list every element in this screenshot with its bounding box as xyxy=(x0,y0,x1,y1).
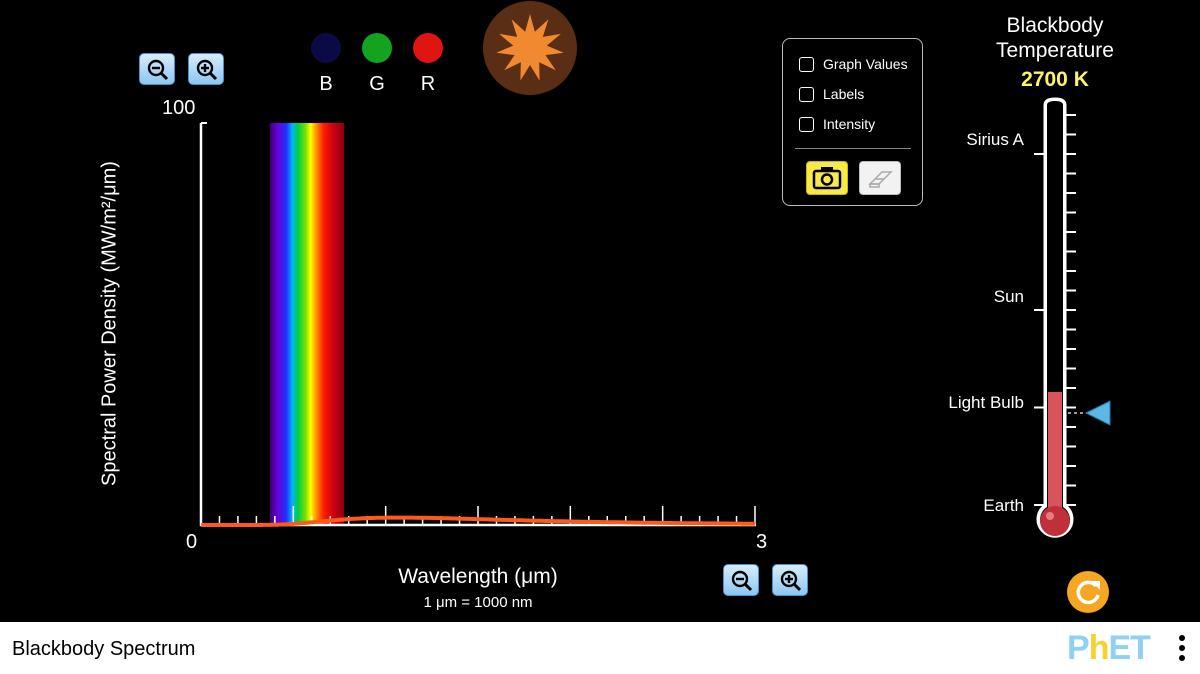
eraser-icon xyxy=(868,171,893,188)
light-bulb-label: Light Bulb xyxy=(948,393,1024,412)
graph-values-label: Graph Values xyxy=(823,56,908,72)
visible-spectrum-band xyxy=(270,123,344,525)
clear-curves-button[interactable] xyxy=(859,161,901,195)
thermometer xyxy=(1034,97,1111,538)
reset-all-button[interactable] xyxy=(1067,571,1109,613)
sirius-a-label: Sirius A xyxy=(966,130,1024,149)
earth-label: Earth xyxy=(983,496,1024,515)
checkbox-box[interactable] xyxy=(799,116,814,132)
zoom-out-icon xyxy=(731,570,753,592)
camera-icon xyxy=(812,167,842,190)
temperature-readout: 2700 K xyxy=(1021,68,1089,91)
options-panel: Graph Values Labels Intensity xyxy=(782,38,923,206)
temperature-slider-handle[interactable] xyxy=(1084,400,1111,426)
graph-values-checkbox[interactable]: Graph Values xyxy=(799,54,908,74)
sun-label: Sun xyxy=(993,287,1024,306)
panel-divider xyxy=(795,148,911,149)
spectrum-graph xyxy=(199,122,756,527)
thermometer-fill xyxy=(1048,391,1062,525)
save-curve-button[interactable] xyxy=(806,161,848,195)
title-line-1: Blackbody xyxy=(1006,14,1104,37)
reset-icon xyxy=(1076,580,1100,605)
thermometer-bulb xyxy=(1040,506,1070,536)
checkbox-box[interactable] xyxy=(799,86,814,102)
intensity-checkbox[interactable]: Intensity xyxy=(799,114,875,134)
checkbox-box[interactable] xyxy=(799,56,814,72)
labels-checkbox[interactable]: Labels xyxy=(799,84,864,104)
navigation-bar: Blackbody Spectrum PhET xyxy=(0,622,1200,674)
zoom-in-icon xyxy=(780,570,802,592)
labels-label: Labels xyxy=(823,86,865,102)
thermometer-title: Blackbody Temperature xyxy=(955,13,1155,63)
title-line-2: Temperature xyxy=(996,39,1114,62)
zoom-in-horizontal-button[interactable] xyxy=(772,564,808,596)
sim-title: Blackbody Spectrum xyxy=(12,638,196,660)
menu-icon[interactable] xyxy=(1177,635,1187,665)
phet-logo[interactable]: PhET xyxy=(1067,630,1151,666)
unit-note: 1 μm = 1000 nm xyxy=(423,594,533,611)
intensity-label: Intensity xyxy=(823,116,876,132)
x-axis-title: Wavelength (μm) xyxy=(398,565,558,588)
zoom-out-horizontal-button[interactable] xyxy=(723,564,759,596)
